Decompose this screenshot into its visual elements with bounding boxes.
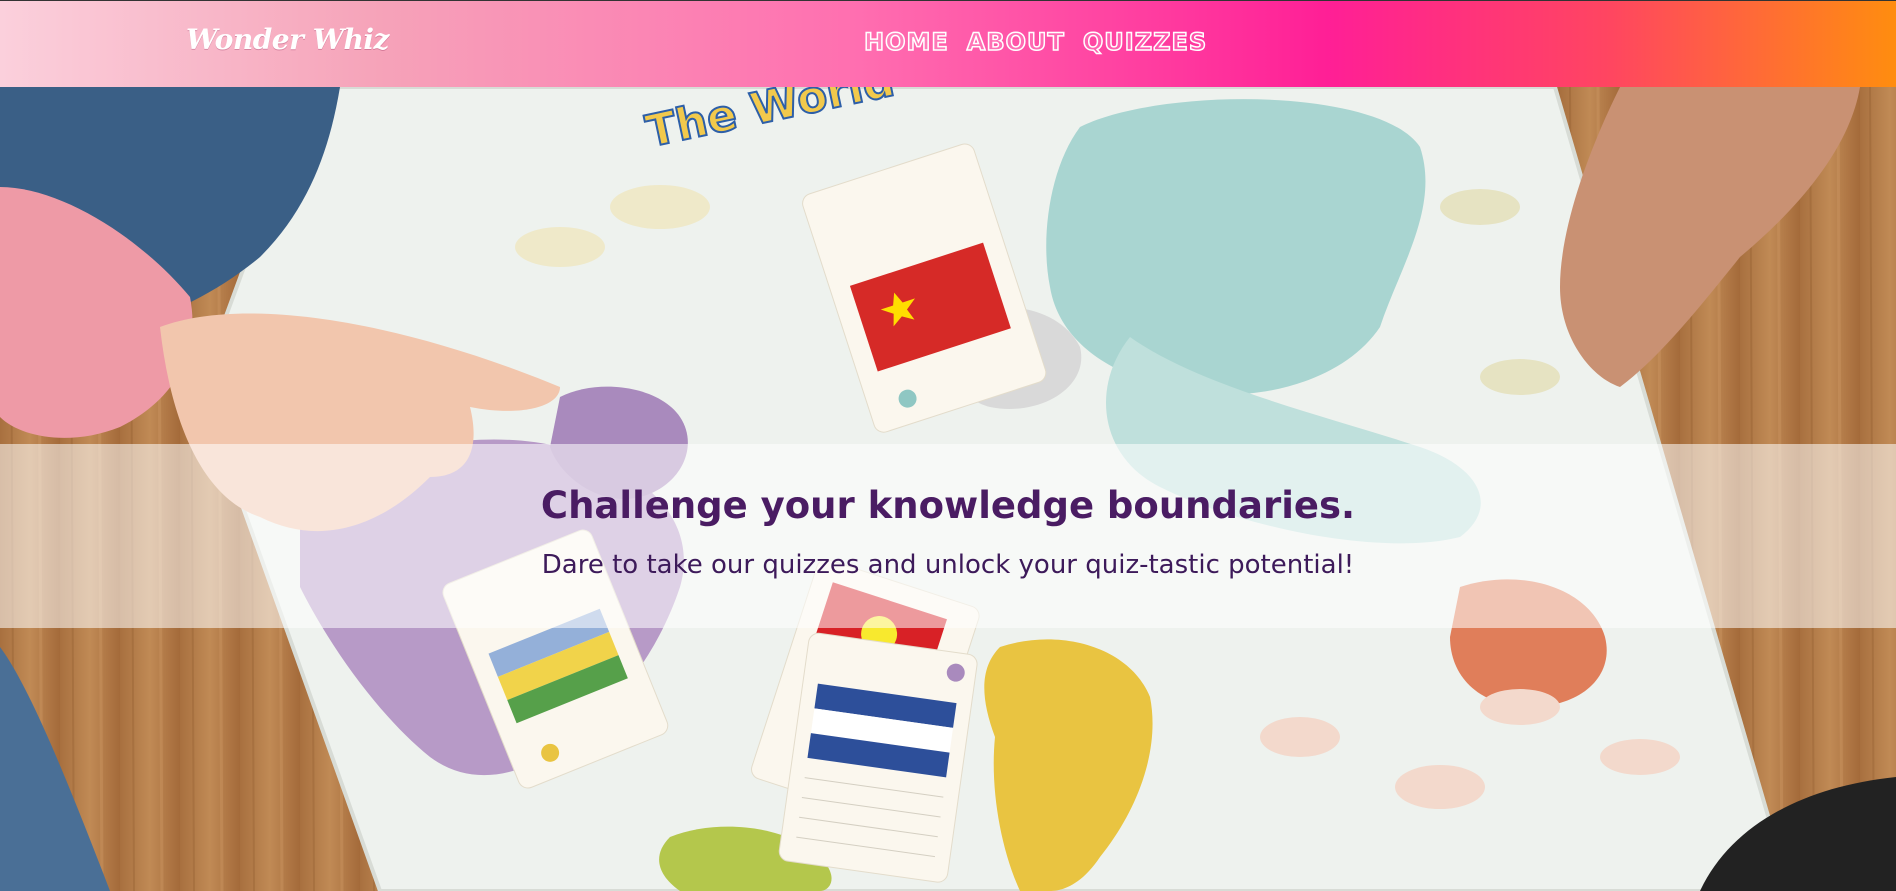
nav-link-home[interactable]: HOME	[863, 27, 949, 57]
nav-link-about[interactable]: ABOUT	[966, 27, 1065, 57]
hero-overlay-band: Challenge your knowledge boundaries. Dar…	[0, 444, 1896, 628]
nav-link-quizzes[interactable]: QUIZZES	[1082, 27, 1207, 57]
hero-subline: Dare to take our quizzes and unlock your…	[541, 550, 1355, 580]
page: Wonder Whiz HOME ABOUT QUIZZES The World…	[0, 0, 1896, 891]
hero-headline: Challenge your knowledge boundaries.	[540, 484, 1356, 527]
brand-logo[interactable]: Wonder Whiz	[186, 23, 389, 56]
main-nav: HOME ABOUT QUIZZES	[863, 27, 1207, 57]
navbar: Wonder Whiz HOME ABOUT QUIZZES	[0, 0, 1896, 87]
card-honduras	[778, 632, 978, 883]
